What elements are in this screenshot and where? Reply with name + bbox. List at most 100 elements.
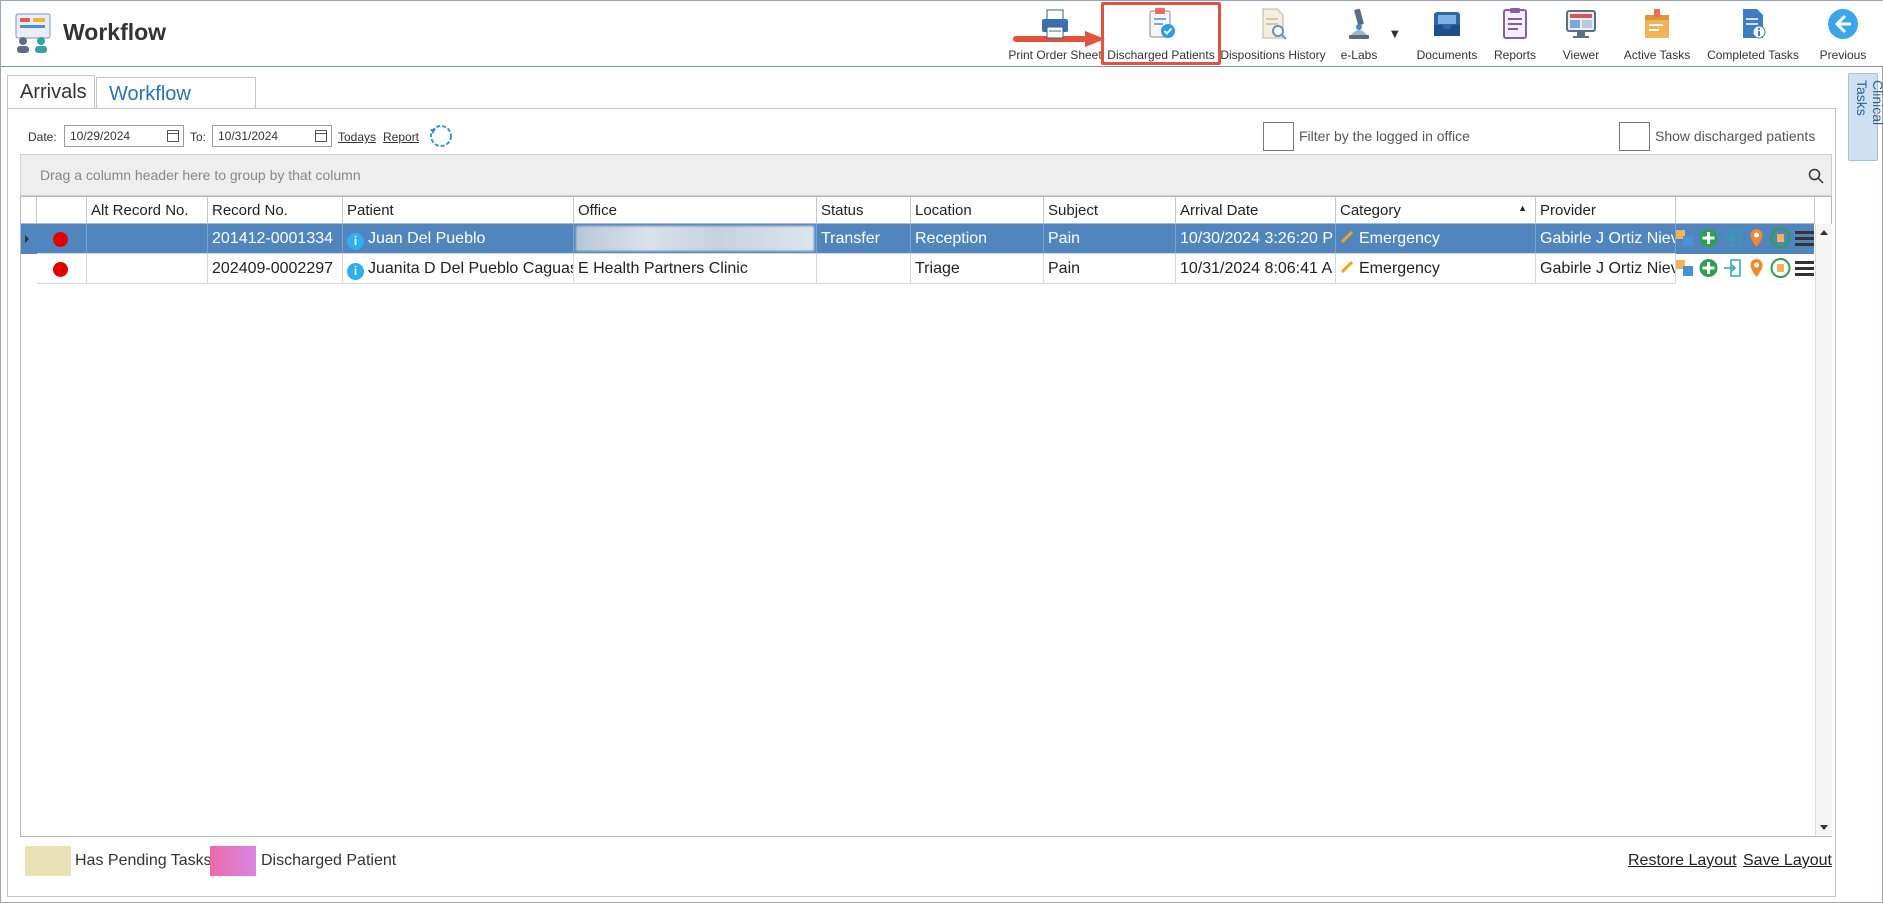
documents-button[interactable]: Documents <box>1409 5 1485 63</box>
info-icon[interactable]: i <box>347 233 364 250</box>
show-discharged-label: Show discharged patients <box>1655 128 1816 144</box>
column-header-subject[interactable]: Subject <box>1044 197 1176 224</box>
sign-in-icon[interactable] <box>1722 257 1743 279</box>
date-to-input[interactable]: 10/31/2024 <box>212 125 332 147</box>
tab-workflow-items[interactable]: Workflow Items <box>96 77 256 128</box>
workflow-logo-icon <box>15 13 51 53</box>
pending-tasks-label: Has Pending Tasks <box>75 852 212 869</box>
table-row[interactable]: 201412-0001334 i Juan Del Pueblo Transfer… <box>21 224 1814 254</box>
date-from-input[interactable]: 10/29/2024 <box>64 125 184 147</box>
tasks-circle-icon[interactable] <box>1770 257 1791 279</box>
back-arrow-icon <box>1828 9 1858 39</box>
sign-in-icon[interactable] <box>1722 227 1743 249</box>
calendar-icon[interactable] <box>167 130 179 142</box>
category-label: Emergency <box>1359 230 1440 247</box>
app-title: Workflow <box>63 19 167 45</box>
patient-cell[interactable]: i Juanita D Del Pueblo Caguas <box>343 254 574 284</box>
header: Workflow Print Order Sheet Discharged Pa… <box>1 1 1883 67</box>
add-icon[interactable] <box>1698 257 1719 279</box>
row-indicator-icon <box>25 235 29 243</box>
discharged-patient-swatch <box>210 846 256 876</box>
scroll-down-icon[interactable] <box>1820 825 1828 830</box>
filter-office-label: Filter by the logged in office <box>1299 128 1470 144</box>
discharged-patient-label: Discharged Patient <box>261 852 397 869</box>
previous-button[interactable]: Previous <box>1815 5 1871 63</box>
provider-cell: Gabirle J Ortiz Nieve <box>1536 224 1676 254</box>
redacted-office <box>576 226 814 251</box>
show-discharged-checkbox[interactable] <box>1619 122 1650 151</box>
e-labs-dropdown-icon[interactable]: ▼ <box>1391 29 1399 40</box>
column-header-patient[interactable]: Patient <box>343 197 574 224</box>
refresh-icon[interactable] <box>428 123 454 149</box>
tab-arrivals[interactable]: Arrivals <box>7 75 95 109</box>
active-tasks-button[interactable]: Active Tasks <box>1617 5 1697 63</box>
subject-cell: Pain <box>1044 254 1176 284</box>
location-cell: Triage <box>911 254 1044 284</box>
clinical-tasks-rail[interactable]: Clinical Tasks <box>1848 73 1883 161</box>
group-by-panel[interactable]: Drag a column header here to group by th… <box>20 154 1832 196</box>
column-header-provider[interactable]: Provider <box>1536 197 1676 224</box>
print-order-sheet-button[interactable]: Print Order Sheet <box>1007 5 1103 63</box>
calendar-icon[interactable] <box>315 130 327 142</box>
workflow-grid: Alt Record No. Record No. Patient Office… <box>20 196 1832 837</box>
table-row[interactable]: 202409-0002297 i Juanita D Del Pueblo Cag… <box>21 254 1814 284</box>
report-clipboard-icon <box>1503 8 1527 39</box>
red-status-dot-icon <box>53 232 68 247</box>
menu-icon[interactable] <box>1794 257 1815 279</box>
info-icon[interactable]: i <box>347 263 364 280</box>
search-icon[interactable] <box>1808 168 1824 184</box>
pending-tasks-swatch <box>25 846 71 876</box>
location-pin-icon[interactable] <box>1746 257 1767 279</box>
provider-cell: Gabirle J Ortiz Nieve <box>1536 254 1676 284</box>
column-header-status[interactable]: Status <box>817 197 911 224</box>
column-header-category-label: Category <box>1340 202 1401 219</box>
monitor-icon <box>1566 10 1596 38</box>
record-cell: 201412-0001334 <box>208 224 343 254</box>
column-header-arrival-date[interactable]: Arrival Date <box>1176 197 1336 224</box>
scroll-up-icon[interactable] <box>1820 230 1828 235</box>
tasks-circle-icon[interactable] <box>1770 227 1791 249</box>
restore-layout-link[interactable]: Restore Layout <box>1628 852 1737 870</box>
office-cell: E Health Partners Clinic <box>574 254 817 284</box>
document-search-icon <box>1262 8 1287 40</box>
arrival-date-cell: 10/30/2024 3:26:20 P <box>1176 224 1336 254</box>
add-icon[interactable] <box>1698 227 1719 249</box>
filter-office-checkbox[interactable] <box>1263 122 1294 151</box>
e-labs-button[interactable]: e-Labs <box>1331 5 1387 63</box>
column-header-record[interactable]: Record No. <box>208 197 343 224</box>
category-cell: Emergency <box>1336 224 1536 254</box>
viewer-button[interactable]: Viewer <box>1551 5 1611 63</box>
pencil-icon <box>1340 260 1354 274</box>
group-by-hint: Drag a column header here to group by th… <box>40 167 361 183</box>
column-header-office[interactable]: Office <box>574 197 817 224</box>
vertical-scrollbar[interactable] <box>1815 224 1832 836</box>
transfer-icon[interactable] <box>1674 257 1695 279</box>
transfer-icon[interactable] <box>1674 227 1695 249</box>
column-header-location[interactable]: Location <box>911 197 1044 224</box>
status-cell: Transfer <box>817 224 911 254</box>
column-header-category[interactable]: Category ▲ <box>1336 197 1536 224</box>
row-actions <box>1674 227 1815 251</box>
row-indicator-header <box>21 197 37 224</box>
completed-tasks-button[interactable]: Completed Tasks <box>1701 5 1805 63</box>
arrival-date-cell: 10/31/2024 8:06:41 A <box>1176 254 1336 284</box>
red-status-dot-icon <box>53 262 68 277</box>
column-header-alt-record[interactable]: Alt Record No. <box>87 197 208 224</box>
dispositions-history-button[interactable]: Dispositions History <box>1219 5 1327 63</box>
microscope-icon <box>1349 8 1369 39</box>
location-pin-icon[interactable] <box>1746 227 1767 249</box>
report-link[interactable]: Report <box>383 130 419 144</box>
todays-link[interactable]: Todays <box>338 130 376 144</box>
reports-button[interactable]: Reports <box>1487 5 1543 63</box>
category-label: Emergency <box>1359 260 1440 277</box>
alt-record-cell <box>87 224 208 254</box>
date-label: Date: <box>28 130 57 144</box>
actions-header <box>1676 197 1815 224</box>
to-label: To: <box>190 130 207 144</box>
patient-cell[interactable]: i Juan Del Pueblo <box>343 224 574 254</box>
date-to-value: 10/31/2024 <box>218 129 279 143</box>
status-dot-cell <box>37 224 87 254</box>
save-layout-link[interactable]: Save Layout <box>1743 852 1832 870</box>
printer-icon <box>1042 9 1068 39</box>
menu-icon[interactable] <box>1794 227 1815 249</box>
